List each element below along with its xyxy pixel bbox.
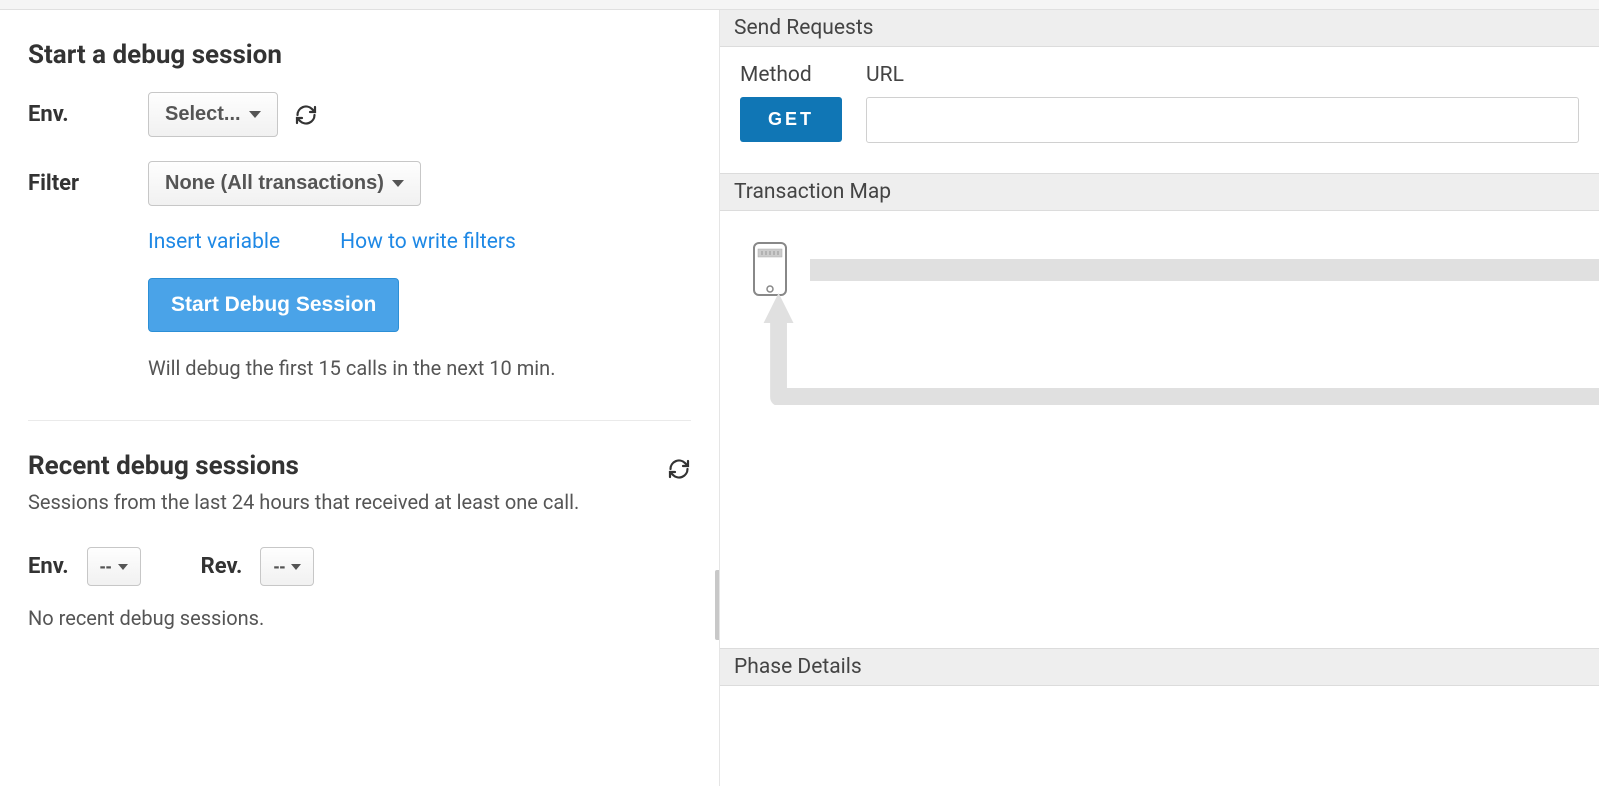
transaction-flow-bar xyxy=(810,259,1599,281)
section-divider xyxy=(28,420,691,421)
phase-details-label: Phase Details xyxy=(734,655,862,679)
transaction-map-body xyxy=(720,211,1599,648)
filter-links: Insert variable How to write filters xyxy=(148,230,691,254)
return-path-arrow-icon xyxy=(758,285,1599,405)
refresh-env-icon[interactable] xyxy=(294,103,318,127)
send-requests-header: Send Requests xyxy=(720,10,1599,47)
refresh-sessions-icon[interactable] xyxy=(667,457,691,481)
recent-sessions-subtitle: Sessions from the last 24 hours that rec… xyxy=(28,487,691,517)
panel-splitter-handle[interactable] xyxy=(715,570,720,640)
transaction-map-label: Transaction Map xyxy=(734,180,891,204)
phase-details-body xyxy=(720,686,1599,786)
recent-sessions-title: Recent debug sessions xyxy=(28,451,299,481)
caret-down-icon xyxy=(249,111,261,118)
env-label: Env. xyxy=(28,102,148,127)
filter-label: Filter xyxy=(28,171,148,196)
send-requests-label: Send Requests xyxy=(734,16,874,40)
filter-row: Filter None (All transactions) xyxy=(28,161,691,206)
start-debug-session-button[interactable]: Start Debug Session xyxy=(148,278,399,332)
recent-sessions-header: Recent debug sessions xyxy=(28,451,691,487)
caret-down-icon xyxy=(291,564,301,570)
env-select-value: Select... xyxy=(165,103,241,126)
recent-rev-dropdown[interactable]: -- xyxy=(260,547,314,586)
recent-env-dropdown[interactable]: -- xyxy=(87,547,141,586)
method-column-label: Method xyxy=(740,63,842,87)
filter-select-dropdown[interactable]: None (All transactions) xyxy=(148,161,421,206)
transaction-panel: Send Requests Method GET URL Transaction… xyxy=(720,10,1599,786)
start-hint-text: Will debug the first 15 calls in the nex… xyxy=(148,356,691,380)
caret-down-icon xyxy=(118,564,128,570)
env-row: Env. Select... xyxy=(28,92,691,137)
url-column-label: URL xyxy=(866,63,1579,87)
transaction-map-header: Transaction Map xyxy=(720,173,1599,211)
phase-details-header: Phase Details xyxy=(720,648,1599,686)
recent-env-label: Env. xyxy=(28,554,69,579)
caret-down-icon xyxy=(392,180,404,187)
insert-variable-link[interactable]: Insert variable xyxy=(148,230,280,254)
recent-rev-label: Rev. xyxy=(201,554,243,579)
recent-filters: Env. -- Rev. -- xyxy=(28,547,691,586)
send-requests-body: Method GET URL xyxy=(720,47,1599,173)
http-method-button[interactable]: GET xyxy=(740,97,842,142)
top-bar xyxy=(0,0,1599,10)
how-to-write-filters-link[interactable]: How to write filters xyxy=(340,230,516,254)
recent-sessions-empty: No recent debug sessions. xyxy=(28,606,691,630)
url-input[interactable] xyxy=(866,97,1579,143)
env-select-dropdown[interactable]: Select... xyxy=(148,92,278,137)
filter-select-value: None (All transactions) xyxy=(165,172,384,195)
recent-rev-value: -- xyxy=(273,556,285,577)
recent-env-value: -- xyxy=(100,556,112,577)
debug-config-panel: Start a debug session Env. Select... Fil… xyxy=(0,10,720,786)
start-session-title: Start a debug session xyxy=(28,40,691,70)
start-button-row: Start Debug Session Will debug the first… xyxy=(148,278,691,380)
